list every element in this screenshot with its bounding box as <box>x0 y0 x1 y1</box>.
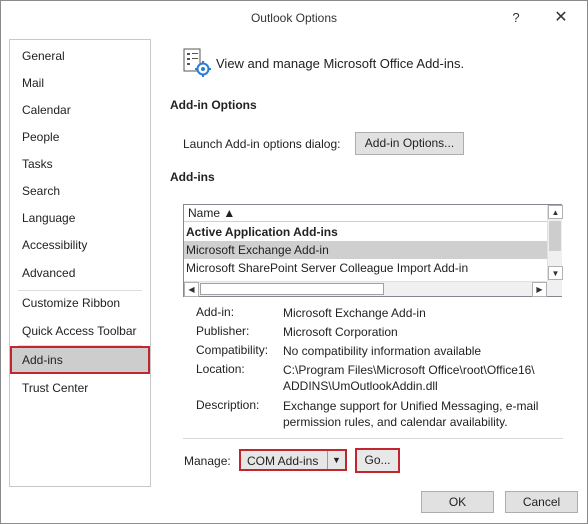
sidebar-item-people[interactable]: People <box>10 124 150 150</box>
manage-dropdown[interactable]: COM Add-ins ▼ <box>239 449 347 471</box>
addin-options-button[interactable]: Add-in Options... <box>355 132 464 155</box>
ok-button-label: OK <box>448 495 467 509</box>
location-value-line-2: ADDINS\UmOutlookAddin.dll <box>283 379 438 393</box>
sidebar: General Mail Calendar People Tasks Searc… <box>9 39 151 487</box>
vertical-scrollbar[interactable]: ▲ ▼ <box>547 205 563 281</box>
window-title: Outlook Options <box>250 11 338 25</box>
description-value-line-1: Exchange support for Unified Messaging, … <box>283 399 539 413</box>
cancel-button-label: Cancel <box>522 495 561 509</box>
addins-section-title: Add-ins <box>170 170 215 184</box>
addin-options-button-label: Add-in Options... <box>364 136 455 150</box>
list-item-exchange-addin[interactable]: Microsoft Exchange Add-in <box>184 241 547 259</box>
sidebar-item-trust-center[interactable]: Trust Center <box>10 375 150 401</box>
location-value-line-1: C:\Program Files\Microsoft Office\root\O… <box>283 363 535 377</box>
addin-options-section-title: Add-in Options <box>170 98 257 112</box>
sidebar-item-calendar[interactable]: Calendar <box>10 97 150 123</box>
sidebar-item-advanced[interactable]: Advanced <box>10 260 150 286</box>
addins-list[interactable]: Name ▲ Active Application Add-ins Micros… <box>183 204 563 297</box>
name-column-header-label: Name ▲ <box>188 206 236 220</box>
sidebar-item-language[interactable]: Language <box>10 205 150 231</box>
sidebar-item-accessibility[interactable]: Accessibility <box>10 232 150 258</box>
scroll-down-icon[interactable]: ▼ <box>548 266 563 280</box>
sidebar-item-mail[interactable]: Mail <box>10 70 150 96</box>
close-icon[interactable]: ✕ <box>550 7 572 29</box>
addin-value: Microsoft Exchange Add-in <box>283 306 426 320</box>
question-mark-icon[interactable]: ? <box>505 7 527 29</box>
sidebar-item-general[interactable]: General <box>10 43 150 69</box>
outlook-options-dialog: Outlook Options ? ✕ General Mail Calenda… <box>0 0 588 524</box>
go-button-label: Go... <box>364 453 391 467</box>
manage-dropdown-value: COM Add-ins <box>247 454 319 468</box>
sidebar-item-add-ins[interactable]: Add-ins <box>10 346 150 374</box>
sidebar-item-search[interactable]: Search <box>10 178 150 204</box>
list-item-sharepoint-addin[interactable]: Microsoft SharePoint Server Colleague Im… <box>184 259 547 277</box>
name-column-header[interactable]: Name ▲ <box>184 205 547 222</box>
compatibility-value: No compatibility information available <box>283 344 482 358</box>
page-header-text: View and manage Microsoft Office Add-ins… <box>216 56 465 71</box>
publisher-value: Microsoft Corporation <box>283 325 398 339</box>
manage-label: Manage: <box>184 454 231 468</box>
list-item-group-header: Active Application Add-ins <box>186 225 338 239</box>
publisher-label: Publisher: <box>196 324 250 338</box>
description-label: Description: <box>196 398 260 412</box>
addins-gear-icon <box>182 47 212 77</box>
description-value-line-2: permission rules, and calendar availabil… <box>283 415 508 429</box>
sidebar-item-quick-access-toolbar[interactable]: Quick Access Toolbar <box>10 318 150 344</box>
chevron-down-icon[interactable]: ▼ <box>327 451 345 469</box>
ok-button[interactable]: OK <box>421 491 494 513</box>
go-button[interactable]: Go... <box>355 448 400 473</box>
addin-label: Add-in: <box>196 305 235 319</box>
scroll-right-icon[interactable]: ▶ <box>532 282 547 297</box>
location-label: Location: <box>196 362 245 376</box>
scroll-left-icon[interactable]: ◀ <box>184 282 199 297</box>
scroll-corner <box>547 281 562 296</box>
vertical-scroll-thumb[interactable] <box>549 221 561 251</box>
title-bar: Outlook Options ? ✕ <box>1 1 587 37</box>
launch-addin-options-label: Launch Add-in options dialog: <box>183 137 341 151</box>
cancel-button[interactable]: Cancel <box>505 491 578 513</box>
scroll-up-icon[interactable]: ▲ <box>548 205 563 219</box>
horizontal-scrollbar[interactable]: ◀ ▶ <box>184 281 547 297</box>
sidebar-item-tasks[interactable]: Tasks <box>10 151 150 177</box>
sidebar-item-customize-ribbon[interactable]: Customize Ribbon <box>10 290 150 316</box>
section-divider <box>183 438 563 439</box>
horizontal-scroll-thumb[interactable] <box>200 283 384 295</box>
compatibility-label: Compatibility: <box>196 343 269 357</box>
